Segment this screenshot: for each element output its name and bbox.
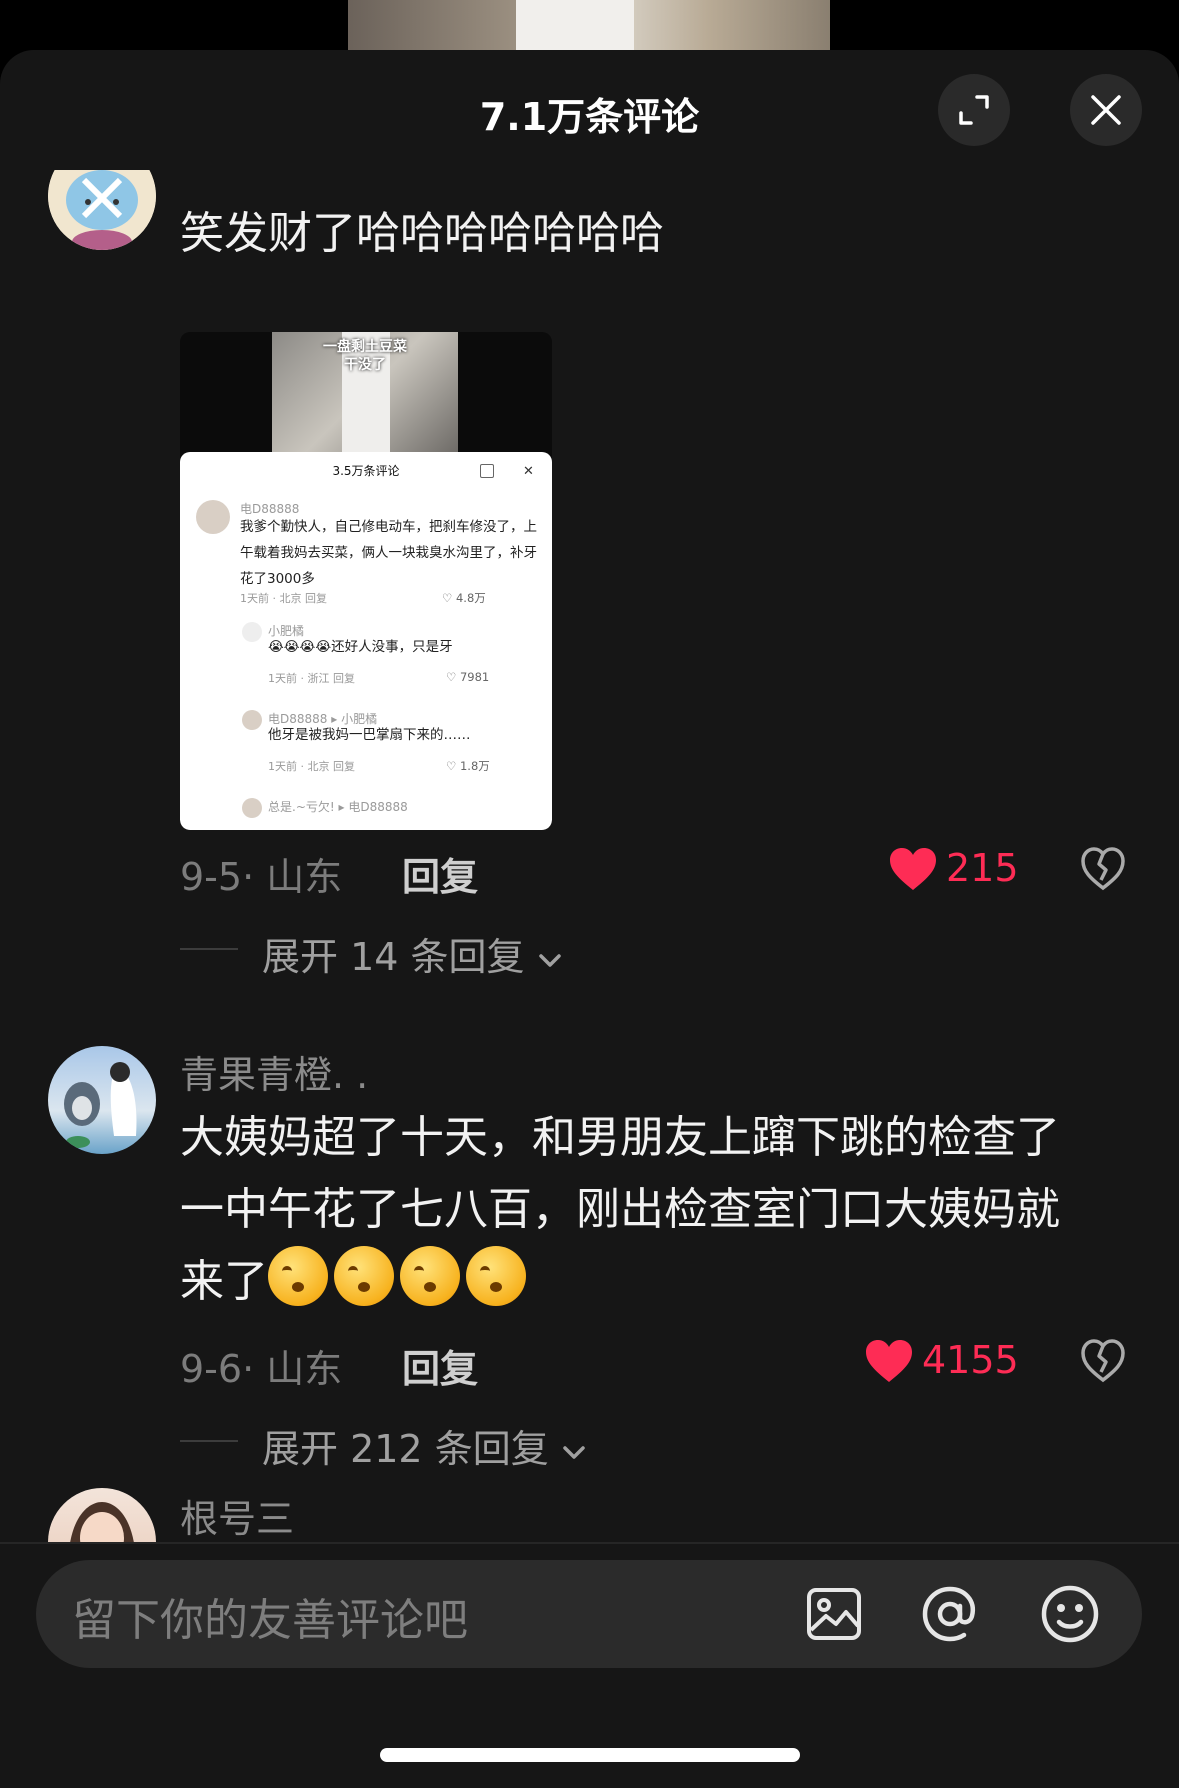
emoji-icon [466, 1246, 526, 1306]
comment-username[interactable]: 青果青橙. . [180, 1044, 368, 1099]
anime-avatar-icon [64, 1062, 137, 1148]
reply-button[interactable]: 回复 [402, 846, 478, 901]
divider-line [180, 948, 238, 950]
avatar [242, 798, 262, 818]
comment-image[interactable]: 一盘剩土豆菜 干没了 3.5万条评论 ✕ 电D88888 我爹个勤快人，自己修电… [180, 332, 552, 830]
like-count: 215 [946, 846, 1019, 890]
comment-list: 笑发财了哈哈哈哈哈哈哈 一盘剩土豆菜 干没了 3.5万条评论 ✕ 电D88888… [0, 170, 1179, 1542]
image-comment-text: 😭😭😭😭还好人没事，只是牙 [268, 639, 453, 655]
avatar[interactable] [48, 1488, 156, 1542]
comment-text: 笑发财了哈哈哈哈哈哈哈 [180, 208, 664, 259]
image-icon[interactable] [804, 1584, 864, 1644]
comment-username[interactable]: 根号三 [180, 1488, 294, 1542]
image-comment-text: 我爹个勤快人，自己修电动车，把刹车修没了，上午载着我妈去买菜，俩人一块栽臭水沟里… [240, 519, 537, 587]
image-card-title: 3.5万条评论 [332, 464, 400, 478]
comment-input-bar[interactable]: 留下你的友善评论吧 [36, 1560, 1142, 1668]
video-background [0, 0, 1179, 50]
like-count: 4155 [922, 1338, 1019, 1382]
comment-date-location: 9-6· 山东 [180, 1347, 343, 1391]
reply-button[interactable]: 回复 [402, 1338, 478, 1393]
heart-icon[interactable] [864, 1338, 914, 1384]
close-icon: ✕ [523, 464, 534, 479]
close-icon [1091, 95, 1121, 125]
avatar [242, 710, 262, 730]
chevron-down-icon [538, 953, 561, 967]
sheet-header: 7.1万条评论 [0, 50, 1179, 170]
person-avatar-icon [70, 1502, 134, 1542]
emoji-icon [268, 1246, 328, 1306]
emoji-icon [334, 1246, 394, 1306]
emoji-icon[interactable] [1040, 1584, 1100, 1644]
expand-button[interactable] [938, 74, 1010, 146]
image-comment-meta: 1天前 · 北京 回复 [240, 592, 327, 605]
image-comment-text: 他牙是被我妈一巴掌扇下来的…… [268, 727, 471, 743]
avatar[interactable] [48, 1046, 156, 1154]
broken-heart-icon[interactable] [1080, 1338, 1126, 1384]
heart-icon[interactable] [888, 846, 938, 892]
image-comment-likes: ♡ 7981 [446, 670, 490, 684]
expand-icon [959, 95, 989, 125]
video-thumbnail [348, 0, 830, 50]
at-icon[interactable] [920, 1584, 980, 1644]
image-comment-likes: ♡ 1.8万 [446, 759, 490, 773]
avatar[interactable] [48, 170, 156, 250]
image-comment-meta: 1天前 · 浙江 回复 [268, 672, 355, 685]
comment-text: 大姨妈超了十天，和男朋友上蹿下跳的检查了一中午花了七八百，刚出检查室门口大姨妈就… [180, 1112, 1060, 1307]
chevron-down-icon [563, 1445, 585, 1459]
image-comment-meta: 1天前 · 北京 回复 [268, 760, 355, 773]
close-button[interactable] [1070, 74, 1142, 146]
broken-heart-icon[interactable] [1080, 846, 1126, 892]
image-caption: 一盘剩土豆菜 干没了 [323, 339, 407, 373]
divider-line [180, 1440, 238, 1442]
expand-icon [480, 464, 494, 478]
avatar [196, 500, 230, 534]
comment-input[interactable]: 留下你的友善评论吧 [72, 1584, 468, 1648]
input-divider [0, 1542, 1179, 1544]
emoji-icon [400, 1246, 460, 1306]
image-comment-user: 总是.~亏欠! ▸ 电D88888 [268, 800, 408, 814]
home-indicator[interactable] [380, 1748, 800, 1762]
avatar [242, 622, 262, 642]
comments-sheet: 7.1万条评论 笑发财了哈哈哈哈哈哈哈 一盘剩土豆菜 干没了 3.5万条评论 ✕… [0, 50, 1179, 1788]
image-comment-likes: ♡ 4.8万 [442, 591, 486, 605]
cartoon-avatar-icon [48, 170, 156, 250]
image-comment-card: 3.5万条评论 ✕ 电D88888 我爹个勤快人，自己修电动车，把刹车修没了，上… [180, 452, 552, 830]
expand-replies-button[interactable]: 展开 14 条回复 [262, 926, 563, 981]
comment-date-location: 9-5· 山东 [180, 855, 343, 899]
expand-replies-button[interactable]: 展开 212 条回复 [262, 1418, 587, 1473]
